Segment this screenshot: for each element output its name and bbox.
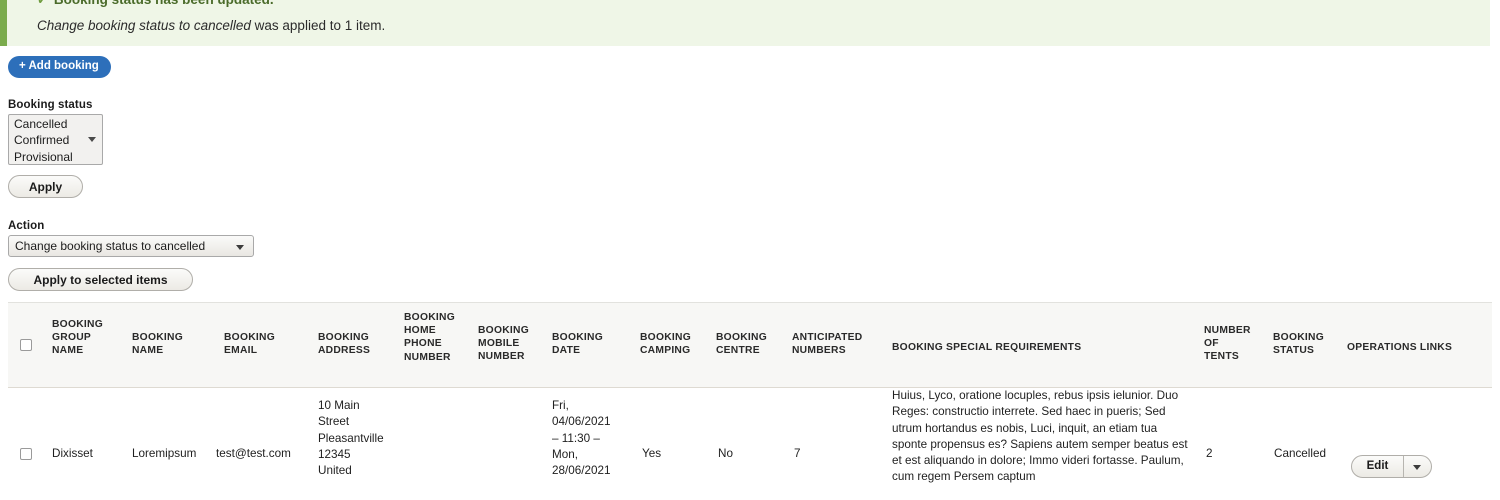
column-header-booking-status[interactable]: BOOKING STATUS	[1273, 331, 1329, 357]
cell-booking-name: Loremipsum	[132, 447, 197, 460]
column-header-booking-home-phone-number[interactable]: BOOKING HOME PHONE NUMBER	[404, 311, 462, 364]
column-header-booking-centre[interactable]: BOOKING CENTRE	[716, 331, 782, 357]
table-body: Dixisset Loremipsum test@test.com 10 Mai…	[8, 388, 1492, 498]
chevron-down-icon	[236, 245, 244, 250]
column-header-booking-group-name[interactable]: BOOKING GROUP NAME	[52, 318, 118, 358]
column-header-number-of-tents[interactable]: NUMBER OF TENTS	[1204, 324, 1254, 364]
cell-booking-date: Fri, 04/06/2021 – 11:30 – Mon, 28/06/202…	[552, 399, 611, 478]
cell-booking-group-name: Dixisset	[52, 447, 93, 460]
add-booking-button[interactable]: + Add booking	[8, 56, 111, 78]
chevron-down-icon	[88, 137, 96, 142]
column-header-booking-special-requirements[interactable]: BOOKING SPECIAL REQUIREMENTS	[892, 341, 1192, 354]
column-header-booking-date[interactable]: BOOKING DATE	[552, 331, 618, 357]
column-header-booking-name[interactable]: BOOKING NAME	[132, 331, 198, 357]
success-message-banner: ✓Booking status has been updated. Change…	[0, 0, 1490, 46]
cell-anticipated-numbers: 7	[794, 447, 801, 460]
column-header-booking-address[interactable]: BOOKING ADDRESS	[318, 331, 384, 357]
edit-dropdown-toggle[interactable]	[1404, 456, 1431, 477]
booking-status-option-cancelled[interactable]: Cancelled	[12, 116, 102, 132]
applied-action-name: Change booking status to cancelled	[37, 18, 251, 33]
cell-booking-status: Cancelled	[1274, 447, 1326, 460]
operations-links-group: Edit	[1351, 455, 1432, 478]
action-select[interactable]: Change booking status to cancelled	[8, 235, 254, 257]
cell-booking-special-requirements: Huius, Lyco, oratione locuples, rebus ip…	[892, 389, 1188, 484]
success-message-detail: Change booking status to cancelled was a…	[37, 16, 1490, 36]
column-header-booking-mobile-number[interactable]: BOOKING MOBILE NUMBER	[478, 324, 536, 364]
action-label: Action	[8, 220, 45, 232]
row-select-checkbox[interactable]	[20, 448, 32, 460]
cell-booking-camping: Yes	[642, 447, 662, 460]
table-header-row: BOOKING GROUP NAME BOOKING NAME BOOKING …	[8, 302, 1492, 388]
cell-booking-address: 10 Main Street Pleasantville 12345 Unite…	[318, 399, 384, 478]
select-all-checkbox[interactable]	[20, 339, 32, 351]
apply-filter-button[interactable]: Apply	[8, 175, 83, 198]
column-header-operations-links[interactable]: OPERATIONS LINKS	[1347, 341, 1487, 354]
column-header-anticipated-numbers[interactable]: ANTICIPATED NUMBERS	[792, 331, 876, 357]
cell-booking-centre: No	[718, 447, 733, 460]
success-message-title: ✓Booking status has been updated.	[37, 0, 1490, 10]
column-header-booking-email[interactable]: BOOKING EMAIL	[224, 331, 290, 357]
booking-status-label: Booking status	[8, 99, 93, 111]
cell-booking-email: test@test.com	[216, 447, 291, 460]
edit-button[interactable]: Edit	[1352, 456, 1403, 477]
bookings-table: BOOKING GROUP NAME BOOKING NAME BOOKING …	[8, 302, 1492, 498]
check-icon: ✓	[37, 0, 48, 7]
applied-action-suffix: was applied to 1 item.	[250, 18, 386, 33]
cell-number-of-tents: 2	[1206, 447, 1213, 460]
apply-to-selected-items-button[interactable]: Apply to selected items	[8, 268, 193, 291]
booking-status-option-provisional[interactable]: Provisional	[12, 149, 102, 164]
column-header-booking-camping[interactable]: BOOKING CAMPING	[640, 331, 706, 357]
booking-status-listbox[interactable]: Cancelled Confirmed Provisional	[8, 114, 103, 165]
action-select-value: Change booking status to cancelled	[15, 239, 206, 253]
